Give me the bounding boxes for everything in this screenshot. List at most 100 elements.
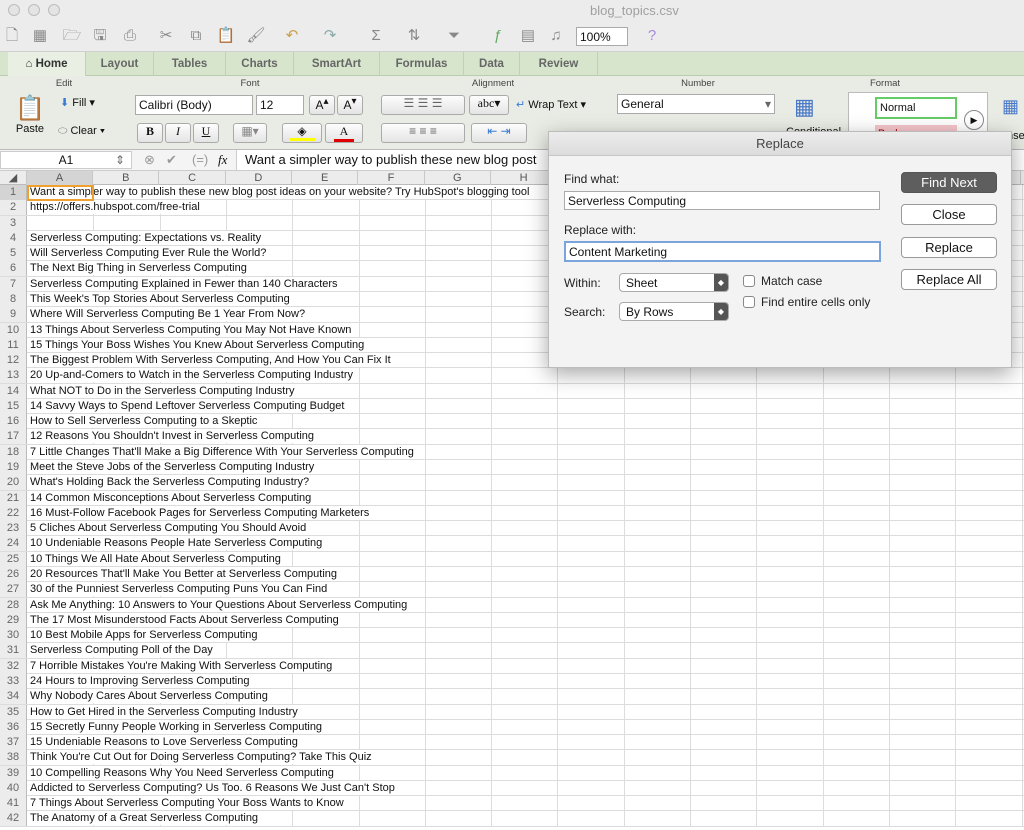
bold-button[interactable]: B <box>137 123 163 143</box>
row-header[interactable]: 15 <box>0 398 27 414</box>
redo-icon[interactable]: ↷ <box>320 26 340 46</box>
row-header[interactable]: 17 <box>0 429 27 445</box>
row-header[interactable]: 26 <box>0 567 27 582</box>
tab-formulas[interactable]: Formulas <box>380 52 464 76</box>
orientation-button[interactable]: abc▾ <box>469 95 509 115</box>
row-header[interactable]: 19 <box>0 460 27 476</box>
templates-icon[interactable]: ▦ <box>30 26 50 46</box>
insert-function-paren-icon[interactable]: (=) <box>192 152 208 167</box>
column-header-f[interactable]: F <box>359 171 425 185</box>
cell-a8[interactable]: This Week's Top Stories About Serverless… <box>28 291 293 306</box>
replace-with-input[interactable]: Content Marketing <box>564 241 881 262</box>
indent-buttons[interactable]: ⇤ ⇥ <box>471 123 527 143</box>
within-select[interactable]: Sheet ◆ <box>619 273 729 292</box>
select-all-button[interactable]: ◢ <box>0 171 27 185</box>
close-button[interactable]: Close <box>901 204 997 225</box>
row-header[interactable]: 32 <box>0 658 27 674</box>
print-icon[interactable]: ⎙ <box>120 26 140 46</box>
fill-color-button[interactable]: ◈ <box>282 123 322 143</box>
cell-a18[interactable]: 7 Little Changes That'll Make a Big Diff… <box>28 444 417 459</box>
tab-home[interactable]: ⌂ Home <box>8 52 86 76</box>
cell-a28[interactable]: Ask Me Anything: 10 Answers to Your Ques… <box>28 597 411 612</box>
find-next-button[interactable]: Find Next <box>901 172 997 193</box>
cell-a15[interactable]: 14 Savvy Ways to Spend Leftover Serverle… <box>28 398 348 413</box>
row-header[interactable]: 12 <box>0 353 27 369</box>
cell-a16[interactable]: How to Sell Serverless Computing to a Sk… <box>28 414 261 429</box>
paste-icon[interactable]: 📋 <box>216 26 236 46</box>
row-header[interactable]: 18 <box>0 444 27 460</box>
cell-a10[interactable]: 13 Things About Serverless Computing You… <box>28 322 355 337</box>
number-format-select[interactable]: General ▾ <box>617 94 775 114</box>
cell-a7[interactable]: Serverless Computing Explained in Fewer … <box>28 276 341 291</box>
underline-button[interactable]: U <box>193 123 219 143</box>
match-case-checkbox[interactable] <box>743 275 755 287</box>
cell-a42[interactable]: The Anatomy of a Great Serverless Comput… <box>28 811 262 826</box>
vertical-align-buttons[interactable]: ☰ ☰ ☰ <box>381 95 465 115</box>
fill-button[interactable]: ⬇ Fill ▾ <box>60 96 95 109</box>
row-header[interactable]: 37 <box>0 735 27 751</box>
minimize-window-button[interactable] <box>28 4 40 16</box>
cell-a14[interactable]: What NOT to Do in the Serverless Computi… <box>28 383 298 398</box>
row-header[interactable]: 9 <box>0 307 27 323</box>
row-header[interactable]: 16 <box>0 414 27 430</box>
cell-a27[interactable]: 30 of the Punniest Serverless Computing … <box>28 582 331 597</box>
tab-tables[interactable]: Tables <box>154 52 226 76</box>
row-header[interactable]: 39 <box>0 765 27 781</box>
cell-a19[interactable]: Meet the Steve Jobs of the Serverless Co… <box>28 460 318 475</box>
row-header[interactable]: 23 <box>0 521 27 537</box>
cell-a11[interactable]: 15 Things Your Boss Wishes You Knew Abou… <box>28 337 368 352</box>
row-header[interactable]: 3 <box>0 215 27 231</box>
row-header[interactable]: 31 <box>0 643 27 659</box>
search-select[interactable]: By Rows ◆ <box>619 302 729 321</box>
row-header[interactable]: 11 <box>0 337 27 353</box>
cell-a25[interactable]: 10 Things We All Hate About Serverless C… <box>28 551 284 566</box>
font-name-select[interactable]: Calibri (Body) <box>135 95 253 115</box>
conditional-formatting-icon[interactable]: ▦ <box>794 94 828 126</box>
cell-a26[interactable]: 20 Resources That'll Make You Better at … <box>28 567 341 581</box>
gallery-icon[interactable]: ▤ <box>518 26 538 46</box>
cell-a23[interactable]: 5 Cliches About Serverless Computing You… <box>28 521 310 536</box>
row-header[interactable]: 38 <box>0 750 27 766</box>
name-box[interactable]: A1 ⇕ <box>0 151 132 169</box>
cell-a40[interactable]: Addicted to Serverless Computing? Us Too… <box>28 780 398 795</box>
column-header-d[interactable]: D <box>226 171 292 185</box>
copy-icon[interactable]: ⧉ <box>186 26 206 46</box>
row-header[interactable]: 2 <box>0 200 27 216</box>
clear-button[interactable]: ⬭ Clear ▾ <box>58 125 105 138</box>
cell-a32[interactable]: 7 Horrible Mistakes You're Making With S… <box>28 658 336 673</box>
row-header[interactable]: 10 <box>0 322 27 338</box>
column-header-b[interactable]: B <box>93 171 160 185</box>
row-header[interactable]: 35 <box>0 704 27 720</box>
function-icon[interactable]: ƒ <box>488 26 508 46</box>
cell-a36[interactable]: 15 Secretly Funny People Working in Serv… <box>28 719 326 734</box>
row-header[interactable]: 41 <box>0 796 27 812</box>
find-what-input[interactable]: Serverless Computing <box>564 191 880 210</box>
row-header[interactable]: 33 <box>0 673 27 689</box>
filter-icon[interactable]: ⏷ <box>444 26 464 46</box>
cell-a1[interactable]: Want a simpler way to publish these new … <box>28 185 533 199</box>
cell-a38[interactable]: Think You're Cut Out for Doing Serverles… <box>28 750 375 765</box>
zoom-select[interactable]: 100% <box>576 27 628 46</box>
cell-a41[interactable]: 7 Things About Serverless Computing Your… <box>28 796 347 811</box>
row-header[interactable]: 40 <box>0 780 27 796</box>
style-normal[interactable]: Normal <box>875 97 957 119</box>
column-header-a[interactable]: A <box>27 171 93 185</box>
row-header[interactable]: 5 <box>0 246 27 262</box>
column-header-g[interactable]: G <box>425 171 491 185</box>
cell-a31[interactable]: Serverless Computing Poll of the Day <box>28 643 216 658</box>
italic-button[interactable]: I <box>165 123 191 143</box>
open-icon[interactable]: 🗁 <box>62 26 82 46</box>
tab-charts[interactable]: Charts <box>226 52 294 76</box>
wrap-text-button[interactable]: ↵ Wrap Text ▾ <box>516 98 586 111</box>
cell-a20[interactable]: What's Holding Back the Serverless Compu… <box>28 475 313 490</box>
format-painter-icon[interactable]: 🖌 <box>246 26 266 46</box>
sort-icon[interactable]: ⇅ <box>404 26 424 46</box>
cell-a30[interactable]: 10 Best Mobile Apps for Serverless Compu… <box>28 628 261 643</box>
cell-a34[interactable]: Why Nobody Cares About Serverless Comput… <box>28 689 271 704</box>
column-header-e[interactable]: E <box>292 171 359 185</box>
cell-a22[interactable]: 16 Must-Follow Facebook Pages for Server… <box>28 505 373 520</box>
cell-a5[interactable]: Will Serverless Computing Ever Rule the … <box>28 246 270 261</box>
row-header[interactable]: 24 <box>0 536 27 552</box>
row-header[interactable]: 13 <box>0 368 27 384</box>
confirm-entry-icon[interactable]: ✔ <box>166 152 177 168</box>
